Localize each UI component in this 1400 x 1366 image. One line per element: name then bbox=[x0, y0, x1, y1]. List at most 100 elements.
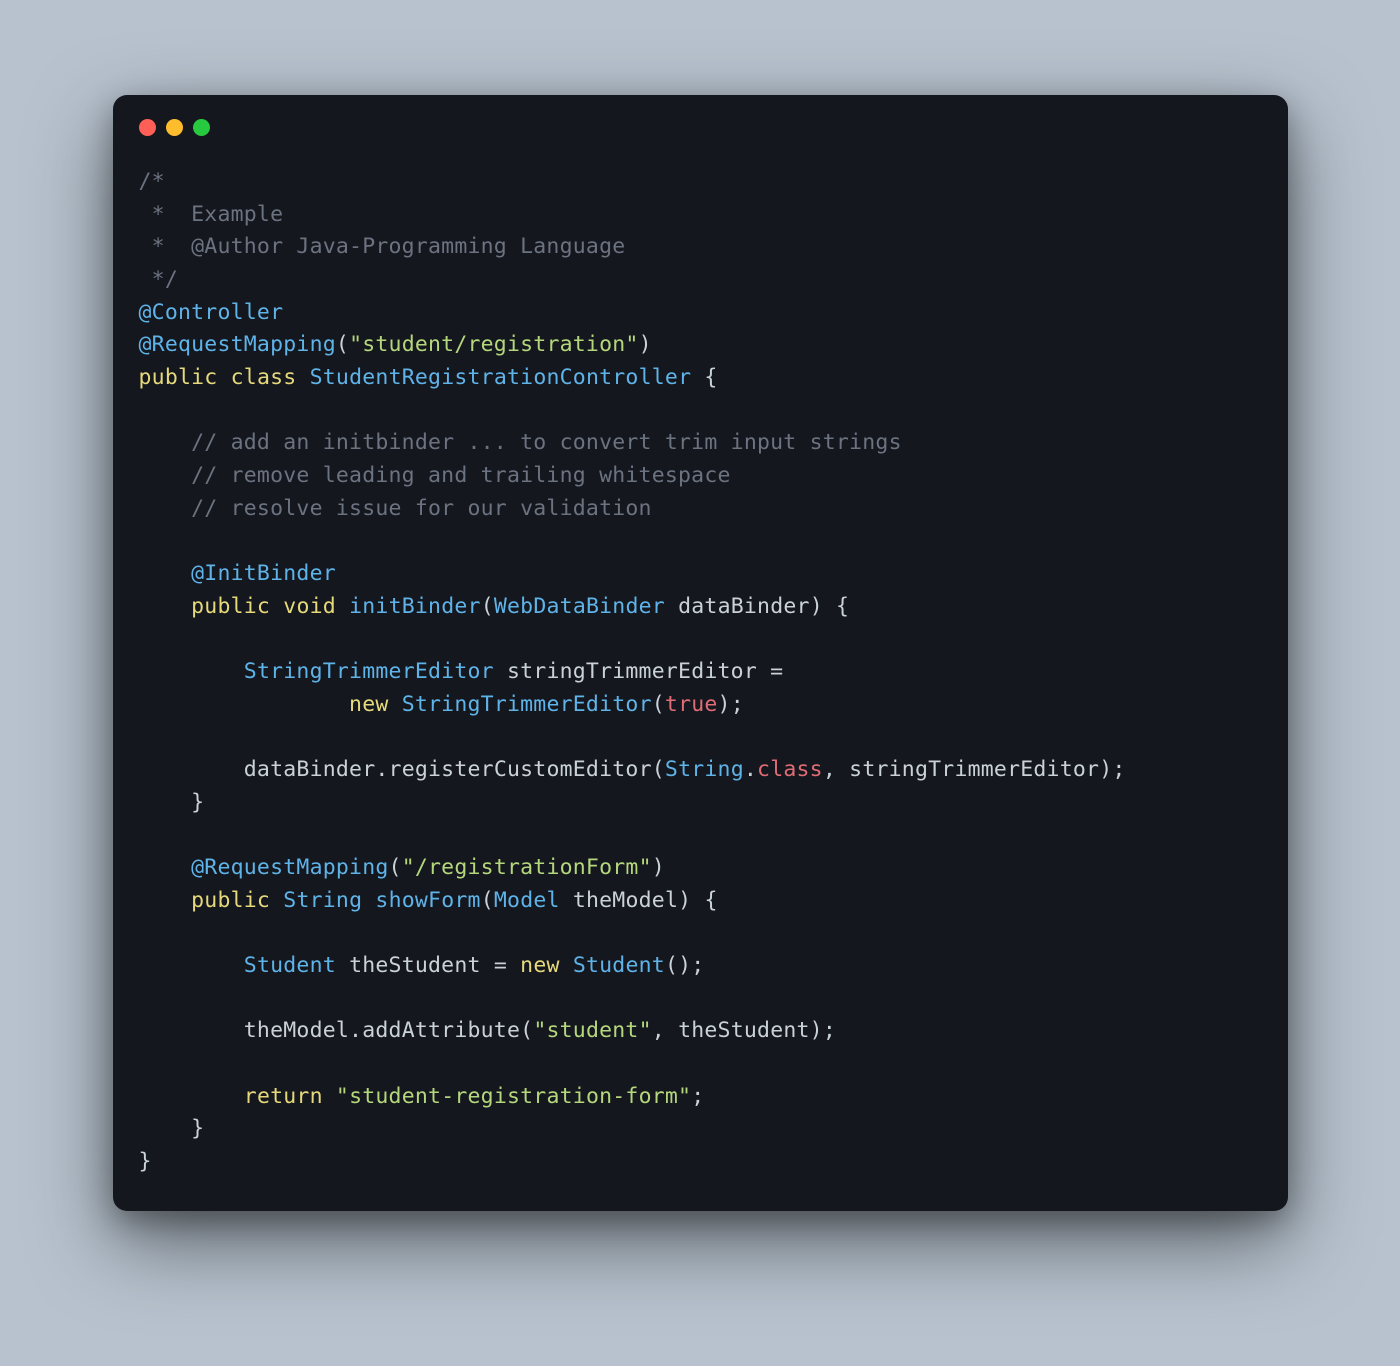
token-ident bbox=[823, 594, 836, 619]
token-keyword: new bbox=[520, 953, 559, 978]
token-ident bbox=[691, 365, 704, 390]
code-line: @Controller bbox=[139, 297, 1262, 330]
token-ident bbox=[139, 430, 192, 455]
minimize-icon[interactable] bbox=[166, 119, 183, 136]
code-window: /* * Example * @Author Java-Programming … bbox=[113, 95, 1288, 1211]
token-string: "student-registration-form" bbox=[336, 1084, 691, 1109]
code-line: ​ bbox=[139, 721, 1262, 754]
close-icon[interactable] bbox=[139, 119, 156, 136]
token-punct: = bbox=[494, 953, 507, 978]
token-ident bbox=[139, 463, 192, 488]
token-comment: /* bbox=[139, 169, 165, 194]
code-line: @RequestMapping("student/registration") bbox=[139, 329, 1262, 362]
token-ident bbox=[691, 888, 704, 913]
code-line: // add an initbinder ... to convert trim… bbox=[139, 427, 1262, 460]
token-ident: theStudent bbox=[336, 953, 494, 978]
code-line: /* bbox=[139, 166, 1262, 199]
token-string: "student" bbox=[533, 1018, 651, 1043]
token-punct: , bbox=[652, 1018, 665, 1043]
token-method: initBinder bbox=[349, 594, 481, 619]
token-ident: dataBinder bbox=[139, 757, 376, 782]
token-brace: { bbox=[704, 888, 717, 913]
token-string: "student/registration" bbox=[349, 332, 639, 357]
token-ident bbox=[296, 365, 309, 390]
token-ident: addAttribute bbox=[362, 1018, 520, 1043]
token-ident: stringTrimmerEditor bbox=[494, 659, 770, 684]
token-literal: true bbox=[665, 692, 718, 717]
token-keyword: new bbox=[349, 692, 388, 717]
code-line: * @Author Java-Programming Language bbox=[139, 231, 1262, 264]
token-type: StringTrimmerEditor bbox=[402, 692, 652, 717]
token-annotation: @RequestMapping bbox=[191, 855, 388, 880]
token-paren: ) bbox=[810, 594, 823, 619]
token-ident bbox=[139, 594, 192, 619]
token-paren: ) bbox=[652, 855, 665, 880]
token-punct: ; bbox=[731, 692, 744, 717]
code-line: } bbox=[139, 1113, 1262, 1146]
code-line: */ bbox=[139, 264, 1262, 297]
code-line: ​ bbox=[139, 623, 1262, 656]
code-line: ​ bbox=[139, 525, 1262, 558]
token-ident bbox=[139, 1116, 192, 1141]
token-field: class bbox=[757, 757, 823, 782]
code-line: public class StudentRegistrationControll… bbox=[139, 362, 1262, 395]
token-punct: = bbox=[770, 659, 783, 684]
token-ident: theStudent bbox=[665, 1018, 810, 1043]
token-ident bbox=[139, 888, 192, 913]
token-ident bbox=[217, 365, 230, 390]
code-line: } bbox=[139, 787, 1262, 820]
code-line: theModel.addAttribute("student", theStud… bbox=[139, 1015, 1262, 1048]
window-titlebar bbox=[113, 119, 1288, 166]
token-ident: dataBinder bbox=[665, 594, 810, 619]
token-comment: * Example bbox=[139, 202, 284, 227]
token-paren: ) bbox=[1099, 757, 1112, 782]
token-keyword: public bbox=[139, 365, 218, 390]
token-paren: () bbox=[665, 953, 691, 978]
code-line: } bbox=[139, 1146, 1262, 1179]
token-paren: ) bbox=[678, 888, 691, 913]
code-line: @RequestMapping("/registrationForm") bbox=[139, 852, 1262, 885]
code-editor-content: /* * Example * @Author Java-Programming … bbox=[113, 166, 1288, 1179]
token-ident bbox=[389, 692, 402, 717]
token-comment: // remove leading and trailing whitespac… bbox=[191, 463, 731, 488]
token-ident bbox=[139, 561, 192, 586]
token-punct: ; bbox=[691, 1084, 704, 1109]
token-classname: StudentRegistrationController bbox=[310, 365, 692, 390]
token-paren: ) bbox=[639, 332, 652, 357]
token-annotation: @RequestMapping bbox=[139, 332, 336, 357]
token-brace: { bbox=[704, 365, 717, 390]
code-line: return "student-registration-form"; bbox=[139, 1081, 1262, 1114]
token-punct: . bbox=[349, 1018, 362, 1043]
token-type: String bbox=[283, 888, 362, 913]
code-line: ​ bbox=[139, 395, 1262, 428]
code-line: * Example bbox=[139, 199, 1262, 232]
token-ident bbox=[139, 1084, 244, 1109]
token-ident bbox=[139, 692, 350, 717]
code-line: public String showForm(Model theModel) { bbox=[139, 885, 1262, 918]
token-keyword: void bbox=[283, 594, 336, 619]
code-line: // resolve issue for our validation bbox=[139, 493, 1262, 526]
token-annotation: @InitBinder bbox=[191, 561, 336, 586]
token-ident bbox=[323, 1084, 336, 1109]
token-paren: ( bbox=[336, 332, 349, 357]
token-paren: ) bbox=[810, 1018, 823, 1043]
token-brace: } bbox=[191, 1116, 204, 1141]
token-ident: stringTrimmerEditor bbox=[836, 757, 1099, 782]
token-paren: ( bbox=[520, 1018, 533, 1043]
token-comment: * @Author Java-Programming Language bbox=[139, 234, 626, 259]
token-paren: ( bbox=[652, 757, 665, 782]
token-ident: theModel bbox=[560, 888, 678, 913]
token-brace: { bbox=[836, 594, 849, 619]
token-type: String bbox=[665, 757, 744, 782]
token-type: StringTrimmerEditor bbox=[244, 659, 494, 684]
token-paren: ( bbox=[481, 594, 494, 619]
token-paren: ( bbox=[652, 692, 665, 717]
token-ident bbox=[139, 953, 244, 978]
token-ident bbox=[139, 790, 192, 815]
token-punct: ; bbox=[823, 1018, 836, 1043]
token-punct: . bbox=[744, 757, 757, 782]
maximize-icon[interactable] bbox=[193, 119, 210, 136]
code-line: ​ bbox=[139, 983, 1262, 1016]
token-comment: // add an initbinder ... to convert trim… bbox=[191, 430, 902, 455]
code-line: ​ bbox=[139, 1048, 1262, 1081]
